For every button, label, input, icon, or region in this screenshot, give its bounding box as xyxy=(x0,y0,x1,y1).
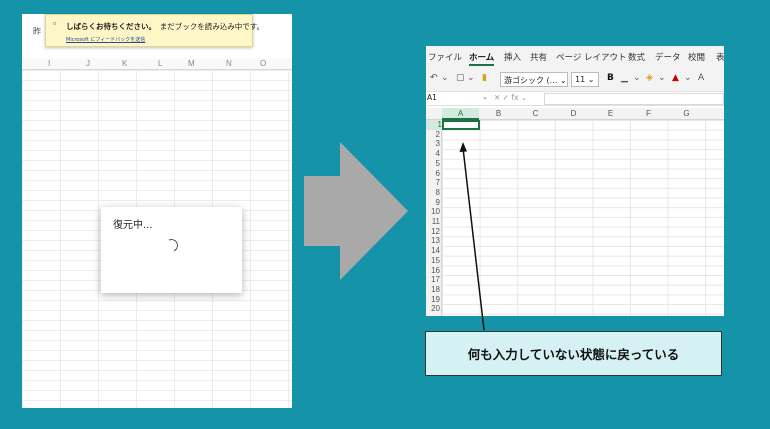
formula-bar: A1 ⌄ ✕ ✓ fx ⌄ xyxy=(426,92,724,106)
row-header[interactable]: 2 xyxy=(426,130,440,140)
column-header[interactable]: B xyxy=(480,109,517,118)
row-header[interactable]: 17 xyxy=(426,275,440,285)
cutoff-tab-text: 昨 xyxy=(33,27,41,36)
restoring-workbook-screen: 昨 I J K L M N O 復元中... xyxy=(22,14,292,408)
tab-page-layout[interactable]: ページ レイアウト xyxy=(556,51,627,63)
row-header[interactable]: 5 xyxy=(426,159,440,169)
caption-box: 何も入力していない状態に戻っている xyxy=(425,331,722,376)
feedback-link[interactable]: Microsoft にフィードバックを送信 xyxy=(66,36,145,43)
active-cell-a1[interactable] xyxy=(442,120,480,130)
tab-file[interactable]: ファイル xyxy=(428,51,462,63)
tab-home[interactable]: ホーム xyxy=(469,51,495,66)
row-header[interactable]: 15 xyxy=(426,256,440,266)
column-header[interactable]: O xyxy=(260,59,266,68)
notification-message: しばらくお待ちください。 まだブックを読み込み中です。 xyxy=(66,22,264,31)
row-header[interactable]: 20 xyxy=(426,304,440,314)
font-size-select[interactable]: 11 ⌄ xyxy=(571,72,599,87)
row-header[interactable]: 11 xyxy=(426,217,440,227)
loading-notification: ᵒ しばらくお待ちください。 まだブックを読み込み中です。 Microsoft … xyxy=(45,14,264,47)
column-header[interactable]: G xyxy=(668,109,705,118)
column-header-a[interactable]: A xyxy=(442,108,479,120)
row-header[interactable]: 19 xyxy=(426,295,440,305)
tab-insert[interactable]: 挿入 xyxy=(504,51,521,63)
restoring-dialog: 復元中... xyxy=(101,207,242,293)
font-color-icon[interactable]: ▲ xyxy=(672,73,679,83)
left-column-headers: I J K L M N O xyxy=(22,58,292,70)
column-header[interactable]: N xyxy=(226,59,232,68)
tab-data[interactable]: データ xyxy=(655,51,681,63)
restoring-title: 復元中... xyxy=(113,220,153,231)
row-header[interactable]: 8 xyxy=(426,188,440,198)
ribbon-tabs: ファイル ホーム 挿入 共有 ページ レイアウト 数式 データ 校閲 表 xyxy=(426,46,724,68)
info-icon: ᵒ xyxy=(53,21,57,31)
row-header[interactable]: 6 xyxy=(426,169,440,179)
row-header[interactable]: 18 xyxy=(426,285,440,295)
row-header[interactable]: 16 xyxy=(426,266,440,276)
row-header[interactable]: 9 xyxy=(426,198,440,208)
column-header[interactable]: C xyxy=(517,109,554,118)
fill-color-icon[interactable]: ◈ xyxy=(646,73,653,83)
cell-grid[interactable] xyxy=(442,120,724,316)
name-box[interactable]: A1 xyxy=(426,93,490,105)
tab-review[interactable]: 校閲 xyxy=(688,51,705,63)
border-icon[interactable]: ▁ xyxy=(621,73,628,83)
undo-dropdown-icon[interactable]: ⌄ xyxy=(441,73,449,83)
column-headers: A B C D E F G xyxy=(426,108,724,120)
column-header[interactable]: I xyxy=(48,59,50,68)
column-header[interactable]: F xyxy=(630,109,667,118)
home-toolbar: ↶ ⌄ ▢ ⌄ ▮ 游ゴシック (... ⌄ 11 ⌄ B ▁ ⌄ ◈ ⌄ ▲ … xyxy=(426,68,724,92)
border-dropdown-icon[interactable]: ⌄ xyxy=(633,73,641,83)
tab-formulas[interactable]: 数式 xyxy=(628,51,645,63)
row-header[interactable]: 10 xyxy=(426,207,440,217)
row-header[interactable]: 12 xyxy=(426,227,440,237)
column-header[interactable]: L xyxy=(158,59,162,68)
row-header[interactable]: 13 xyxy=(426,236,440,246)
undo-icon[interactable]: ↶ xyxy=(430,73,438,83)
column-header[interactable]: K xyxy=(122,59,127,68)
paste-icon[interactable]: ▢ xyxy=(456,73,465,83)
caption-text: 何も入力していない状態に戻っている xyxy=(467,347,680,362)
tab-share[interactable]: 共有 xyxy=(530,51,547,63)
paste-dropdown-icon[interactable]: ⌄ xyxy=(467,73,475,83)
format-painter-icon[interactable]: ▮ xyxy=(482,73,487,83)
row-header-1[interactable]: 1 xyxy=(426,120,442,130)
row-header[interactable]: 3 xyxy=(426,139,440,149)
formula-controls: ✕ ✓ fx ⌄ xyxy=(494,93,528,102)
column-header[interactable]: J xyxy=(86,59,90,68)
row-header[interactable]: 4 xyxy=(426,149,440,159)
row-headers: 1 2 3 4 5 6 7 8 9 10 11 12 13 14 15 16 1… xyxy=(426,120,442,316)
font-color-dropdown-icon[interactable]: ⌄ xyxy=(684,73,692,83)
fx-label[interactable]: fx xyxy=(511,93,518,102)
bold-button[interactable]: B xyxy=(607,73,614,83)
tab-table[interactable]: 表 xyxy=(716,51,724,63)
formula-input[interactable] xyxy=(544,93,724,105)
row-header[interactable]: 14 xyxy=(426,246,440,256)
column-header[interactable]: D xyxy=(555,109,592,118)
column-header[interactable]: E xyxy=(592,109,629,118)
loading-spinner-icon xyxy=(163,237,180,254)
column-header[interactable]: M xyxy=(188,59,195,68)
empty-workbook-screen: ファイル ホーム 挿入 共有 ページ レイアウト 数式 データ 校閲 表 ↶ ⌄… xyxy=(426,46,724,316)
right-arrow-icon xyxy=(304,142,408,280)
name-box-dropdown-icon[interactable]: ⌄ xyxy=(482,93,488,101)
font-name-select[interactable]: 游ゴシック (... ⌄ xyxy=(500,72,568,87)
fill-dropdown-icon[interactable]: ⌄ xyxy=(658,73,666,83)
font-grow-icon[interactable]: A xyxy=(698,73,704,83)
row-header[interactable]: 7 xyxy=(426,178,440,188)
